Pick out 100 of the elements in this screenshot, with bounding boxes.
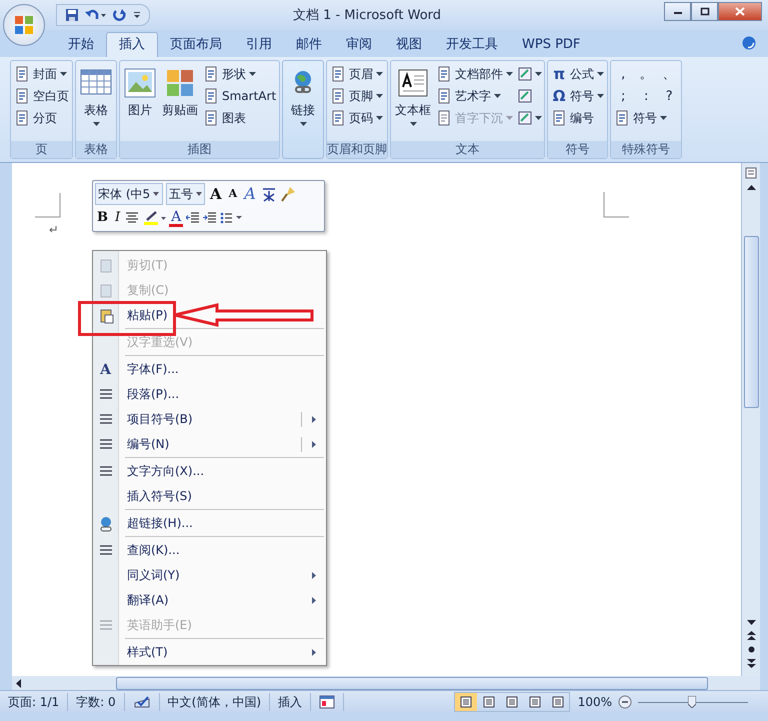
- menu-item[interactable]: 段落(P)...: [93, 382, 326, 407]
- ribbon-button[interactable]: 文本框: [393, 63, 434, 135]
- punctuation-button[interactable]: ?: [659, 85, 680, 107]
- vertical-scrollbar[interactable]: [741, 163, 760, 676]
- previous-page-icon[interactable]: [746, 631, 756, 640]
- next-page-icon[interactable]: [746, 659, 756, 668]
- help-icon[interactable]: [742, 36, 756, 50]
- office-button[interactable]: [3, 4, 45, 46]
- page-count[interactable]: 页面: 1/1: [0, 693, 68, 711]
- punctuation-button[interactable]: ;: [613, 85, 634, 107]
- scroll-down-icon[interactable]: [746, 620, 756, 625]
- scroll-left-icon[interactable]: [16, 678, 21, 688]
- format-painter-icon[interactable]: [280, 186, 296, 202]
- format-button[interactable]: I: [113, 209, 122, 227]
- close-icon: [735, 6, 745, 16]
- ribbon-button[interactable]: 封面: [13, 63, 70, 85]
- menu-item[interactable]: 翻译(A): [93, 588, 326, 613]
- ribbon-button[interactable]: 符号: [613, 107, 680, 129]
- menu-item[interactable]: 样式(T): [93, 640, 326, 665]
- redo-icon[interactable]: [113, 8, 127, 22]
- ribbon-button[interactable]: 链接: [285, 63, 322, 135]
- ribbon-button[interactable]: 图表: [202, 107, 278, 129]
- dropdown-arrow-icon[interactable]: [196, 192, 202, 196]
- minimize-button[interactable]: [664, 2, 691, 20]
- punctuation-button[interactable]: 。: [636, 63, 656, 85]
- ribbon-button[interactable]: π 公式: [550, 63, 606, 85]
- center-align-icon[interactable]: [125, 212, 140, 224]
- menu-item[interactable]: A 字体(F)...: [93, 357, 326, 382]
- format-button[interactable]: A: [208, 185, 224, 203]
- zoom-out-icon[interactable]: [618, 695, 632, 709]
- maximize-button[interactable]: [691, 2, 718, 20]
- highlighter-icon[interactable]: [142, 210, 166, 226]
- customize-icon[interactable]: [133, 11, 141, 19]
- ribbon-tab[interactable]: 开始: [56, 33, 106, 57]
- ribbon-button[interactable]: 页眉: [329, 63, 384, 85]
- ribbon-button[interactable]: 空白页: [13, 85, 70, 107]
- punctuation-button[interactable]: 、: [659, 63, 680, 85]
- ribbon-glyph: π: [552, 65, 566, 83]
- macro-icon[interactable]: [319, 695, 336, 709]
- language-status[interactable]: 中文(简体，中国): [160, 693, 270, 711]
- ribbon-tab[interactable]: 引用: [234, 33, 284, 57]
- paste-icon: [98, 308, 114, 324]
- menu-item[interactable]: 文字方向(X)...: [93, 459, 326, 484]
- view-button[interactable]: [454, 693, 477, 711]
- undo-icon[interactable]: [85, 8, 107, 22]
- font-size-field[interactable]: 五号: [166, 183, 205, 205]
- menu-item[interactable]: 查阅(K)...: [93, 538, 326, 563]
- ribbon-tab[interactable]: 邮件: [284, 33, 334, 57]
- ribbon-button[interactable]: Ω 符号: [550, 85, 606, 107]
- ribbon-tab[interactable]: 插入: [106, 32, 158, 57]
- dropdown-arrow-icon[interactable]: [153, 192, 160, 196]
- ribbon-tab[interactable]: 视图: [384, 33, 434, 57]
- ribbon-tab[interactable]: 页面布局: [158, 33, 234, 57]
- menu-item[interactable]: 超链接(H)...: [93, 511, 326, 536]
- group-label: 页眉和页脚: [327, 141, 388, 158]
- ribbon-button[interactable]: 艺术字: [435, 85, 514, 107]
- ribbon-button[interactable]: 分页: [13, 107, 70, 129]
- scrollbar-thumb[interactable]: [744, 236, 758, 408]
- scrollbar-thumb[interactable]: [116, 676, 708, 690]
- font-field[interactable]: 宋体 (中5: [95, 183, 163, 205]
- punctuation-button[interactable]: ,: [613, 63, 634, 85]
- increase-indent-icon[interactable]: [203, 212, 218, 224]
- ribbon-button[interactable]: 剪贴画: [160, 63, 200, 135]
- close-button[interactable]: [718, 2, 762, 20]
- save-icon[interactable]: [65, 8, 79, 22]
- format-button[interactable]: A: [226, 185, 240, 203]
- menu-item[interactable]: 插入符号(S): [93, 484, 326, 509]
- ribbon-button[interactable]: 图片: [122, 63, 158, 135]
- ribbon-button[interactable]: 页码: [329, 107, 384, 129]
- ribbon-button[interactable]: SmartArt: [202, 85, 278, 107]
- ruler-toggle-icon[interactable]: [745, 167, 757, 179]
- proofing-icon[interactable]: [132, 695, 151, 709]
- word-count[interactable]: 字数: 0: [68, 693, 125, 711]
- zoom-slider-thumb[interactable]: [688, 696, 696, 708]
- dropdown-arrow-icon[interactable]: [535, 116, 542, 120]
- ribbon-button[interactable]: 页脚: [329, 85, 384, 107]
- menu-item[interactable]: 粘贴(P): [93, 303, 326, 328]
- ribbon-button[interactable]: 形状: [202, 63, 278, 85]
- menu-item[interactable]: 同义词(Y): [93, 563, 326, 588]
- phonetic-guide-icon[interactable]: [260, 186, 277, 202]
- window-title: 文档 1 - Microsoft Word: [292, 7, 442, 24]
- font-color-button[interactable]: A: [169, 210, 184, 226]
- ribbon-tab[interactable]: 审阅: [334, 33, 384, 57]
- horizontal-scrollbar[interactable]: [12, 676, 760, 690]
- zoom-level[interactable]: 100%: [578, 695, 612, 709]
- ribbon-tab[interactable]: WPS PDF: [510, 33, 592, 57]
- format-button[interactable]: A: [242, 185, 258, 203]
- ribbon-button[interactable]: 文档部件: [435, 63, 514, 85]
- ribbon-button[interactable]: 编号: [550, 107, 606, 129]
- scroll-up-icon[interactable]: [746, 185, 756, 190]
- format-button[interactable]: B: [95, 209, 110, 227]
- ribbon-tab[interactable]: 开发工具: [434, 33, 510, 57]
- browse-object-icon[interactable]: [748, 646, 754, 653]
- ribbon-button[interactable]: 表格: [78, 63, 114, 135]
- menu-item[interactable]: 项目符号(B): [93, 407, 326, 432]
- menu-item[interactable]: 编号(N): [93, 432, 326, 457]
- insert-mode-status[interactable]: 插入: [270, 693, 312, 711]
- punctuation-button[interactable]: :: [636, 85, 656, 107]
- dropdown-arrow-icon[interactable]: [535, 72, 542, 76]
- decrease-indent-icon[interactable]: [186, 212, 200, 224]
